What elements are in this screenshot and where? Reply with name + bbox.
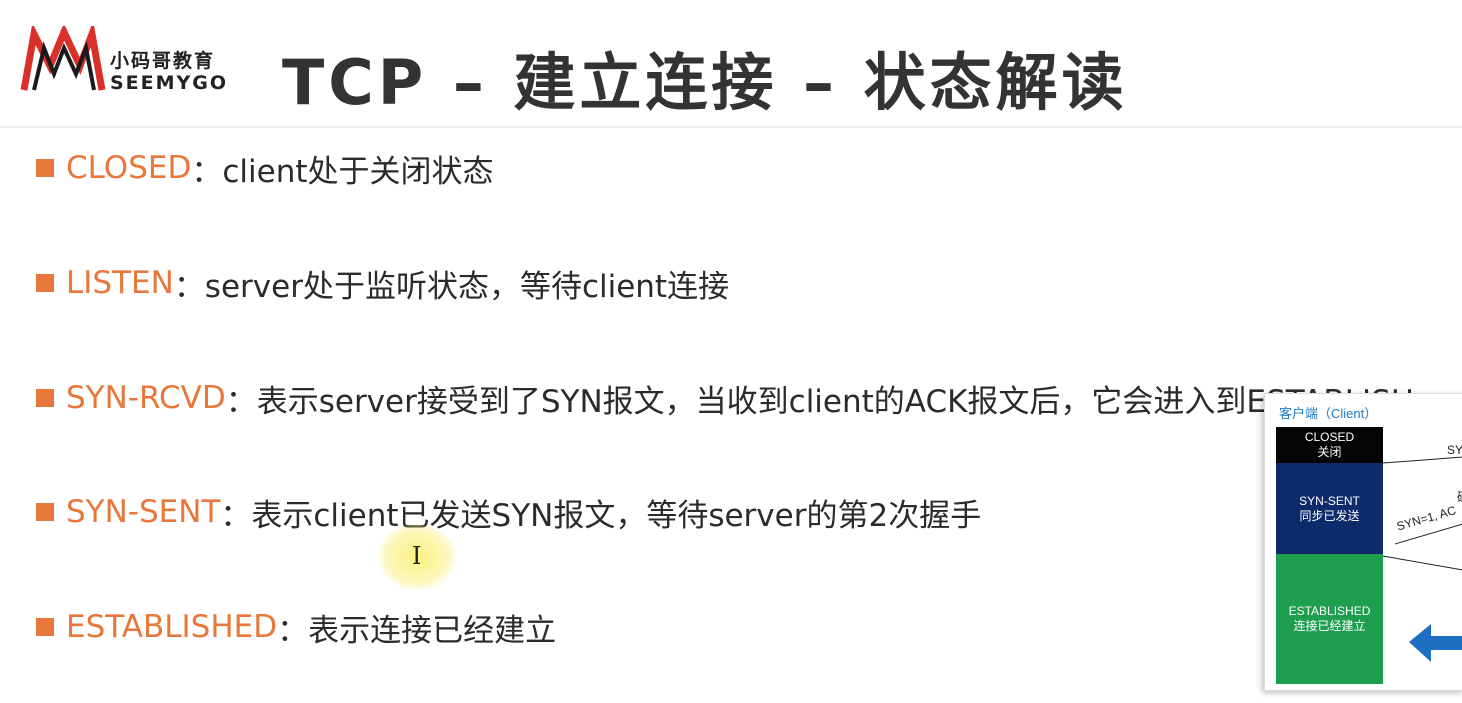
state-description: ：表示client已发送SYN报文，等待server的第2次握手 (220, 497, 982, 534)
ack-line (1382, 555, 1462, 571)
tcp-handshake-diagram: 客户端（Client） CLOSED 关闭 SYN-SENT 同步已发送 EST… (1264, 393, 1462, 691)
bullet-closed: CLOSED ：client处于关闭状态 (36, 148, 494, 190)
state-term: CLOSED (66, 150, 192, 186)
left-arrow-icon (1409, 624, 1462, 662)
state-term: SYN-RCVD (66, 380, 226, 416)
bullet-square-icon (36, 274, 54, 292)
bullet-square-icon (36, 503, 54, 521)
text-cursor-icon: I (412, 542, 422, 570)
state-description: ：表示server接受到了SYN报文，当收到client的ACK报文后，它会进入… (225, 383, 1415, 420)
logo-english-text: SEEMYGO (110, 72, 229, 94)
seemygo-logo: 小码哥教育 SEEMYGO (20, 20, 250, 96)
bullet-established: ESTABLISHED ：表示连接已经建立 (36, 607, 557, 649)
state-description: ：client处于关闭状态 (191, 153, 494, 190)
state-term: SYN-SENT (66, 494, 221, 530)
ack-label-fragment: 确 (1457, 488, 1462, 505)
syn-label: SY (1447, 443, 1462, 457)
logo-mark-icon (20, 20, 106, 91)
slide-header: 小码哥教育 SEEMYGO TCP – 建立连接 – 状态解读 (0, 0, 1462, 128)
state-term: LISTEN (66, 265, 174, 301)
bullet-syn-sent: SYN-SENT ：表示client已发送SYN报文，等待server的第2次握… (36, 492, 982, 534)
bullet-listen: LISTEN ：server处于监听状态，等待client连接 (36, 263, 730, 305)
slide-title: TCP – 建立连接 – 状态解读 (282, 46, 1128, 119)
state-term: ESTABLISHED (66, 609, 278, 645)
bullet-square-icon (36, 389, 54, 407)
bullet-square-icon (36, 618, 54, 636)
state-description: ：表示连接已经建立 (277, 612, 557, 649)
state-description: ：server处于监听状态，等待client连接 (173, 268, 730, 305)
logo-chinese-text: 小码哥教育 (110, 50, 216, 72)
bullet-square-icon (36, 159, 54, 177)
bullet-syn-rcvd: SYN-RCVD ：表示server接受到了SYN报文，当收到client的AC… (36, 378, 1415, 420)
handshake-lines (1382, 456, 1462, 662)
syn-line (1382, 456, 1462, 464)
